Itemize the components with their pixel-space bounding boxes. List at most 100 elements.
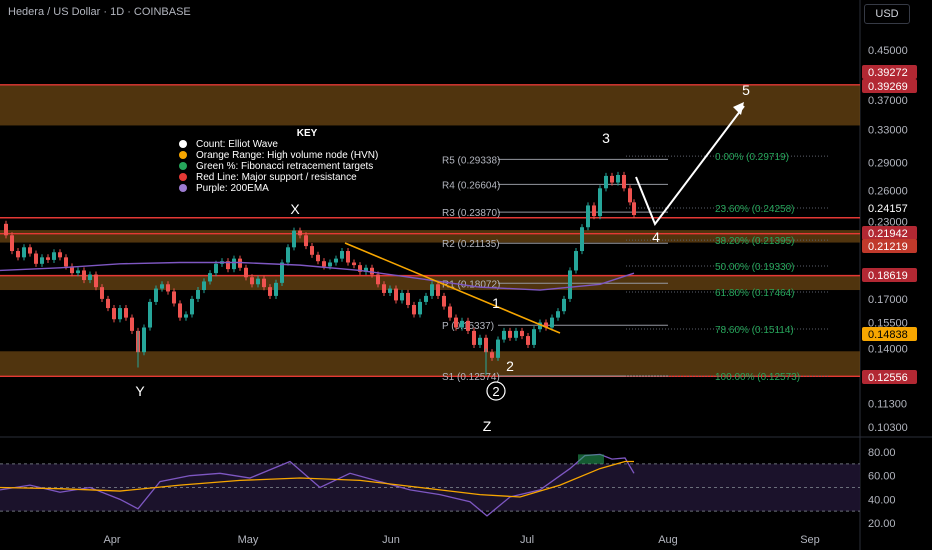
key-item: Purple: 200EMA — [196, 183, 269, 194]
candle-body — [406, 292, 410, 305]
key-marker — [179, 173, 187, 181]
candle-body — [574, 251, 578, 271]
pivot-label: R1 (0.18072) — [442, 279, 500, 290]
candle-body — [334, 258, 338, 263]
key-marker — [179, 151, 187, 159]
candle-body — [46, 257, 50, 260]
key-item: Red Line: Major support / resistance — [196, 172, 357, 183]
candle-body — [490, 352, 494, 358]
candle-body — [232, 258, 236, 270]
candle-body — [520, 330, 524, 337]
wave-label: 2 — [492, 384, 499, 399]
candle-body — [454, 317, 458, 328]
candle-body — [202, 281, 206, 291]
pivot-label: R5 (0.29338) — [442, 155, 500, 166]
key-marker — [179, 184, 187, 192]
candle-body — [100, 287, 104, 299]
month-label: May — [238, 534, 259, 546]
candle-body — [178, 303, 182, 318]
fib-label: 78.60% (0.15114) — [715, 325, 794, 336]
candle-body — [118, 308, 122, 320]
candle-body — [28, 247, 32, 254]
price-tick: 0.29000 — [868, 157, 908, 169]
chart-window: { "header": { "title": "Hedera / US Doll… — [0, 0, 932, 550]
candle-body — [154, 288, 158, 302]
fib-label: 100.00% (0.12573) — [715, 372, 800, 383]
candle-body — [280, 262, 284, 283]
candle-body — [268, 287, 272, 296]
key-item: Green %: Fibonacci retracement targets — [196, 161, 373, 172]
candle-body — [64, 257, 68, 267]
candle-body — [256, 278, 260, 285]
month-label: Apr — [103, 534, 120, 546]
candle-body — [112, 308, 116, 320]
candle-body — [208, 273, 212, 282]
candle-body — [352, 262, 356, 266]
candle-body — [10, 235, 14, 252]
candle-body — [592, 205, 596, 217]
candle-body — [166, 284, 170, 292]
month-label: Jun — [382, 534, 400, 546]
candle-body — [214, 263, 218, 274]
candle-body — [628, 188, 632, 203]
candle-body — [130, 317, 134, 331]
candle-body — [478, 337, 482, 345]
key-marker — [179, 140, 187, 148]
candle-body — [508, 330, 512, 338]
price-badge: 0.18619 — [868, 270, 908, 282]
candle-body — [526, 336, 530, 345]
candle-body — [616, 174, 620, 183]
candle-body — [34, 253, 38, 264]
price-badge: 0.39269 — [868, 81, 908, 93]
candle-body — [262, 278, 266, 288]
wave-label: Z — [483, 418, 492, 434]
hvn-zone — [0, 85, 860, 126]
candle-body — [622, 174, 626, 189]
price-badge: 0.21942 — [868, 228, 908, 240]
rsi-tick: 80.00 — [868, 447, 896, 459]
price-badge: 0.39272 — [868, 67, 908, 79]
rsi-tick: 60.00 — [868, 471, 896, 483]
month-label: Jul — [520, 534, 534, 546]
candle-body — [562, 298, 566, 312]
candle-body — [632, 202, 636, 216]
candle-body — [568, 270, 572, 299]
price-badge: 0.14838 — [868, 329, 908, 341]
price-chart[interactable]: R5 (0.29338) R4 (0.26604) R3 (0.23870) R2 (… — [0, 0, 932, 550]
candle-body — [88, 274, 92, 281]
candle-body — [424, 295, 428, 302]
candle-body — [184, 314, 188, 318]
candle-body — [466, 320, 470, 331]
price-badge: 0.24157 — [868, 203, 908, 215]
candle-body — [82, 270, 86, 281]
price-tick: 0.10300 — [868, 422, 908, 434]
candle-body — [328, 262, 332, 267]
candle-body — [310, 246, 314, 255]
fib-label: 23.60% (0.24258) — [715, 204, 795, 215]
candle-body — [292, 230, 296, 248]
price-tick: 0.37000 — [868, 95, 908, 107]
candle-body — [274, 282, 278, 296]
price-tick: 0.17000 — [868, 294, 908, 306]
candle-body — [340, 251, 344, 259]
candle-body — [496, 339, 500, 358]
candle-body — [298, 230, 302, 236]
candle-body — [94, 274, 98, 288]
wave-label: X — [290, 201, 300, 217]
wave-label: Y — [135, 383, 145, 399]
candle-body — [580, 227, 584, 252]
candle-body — [586, 205, 590, 228]
candle-body — [4, 223, 8, 236]
fib-label: 38.20% (0.21395) — [715, 236, 795, 247]
candle-body — [250, 277, 254, 285]
candle-body — [412, 304, 416, 315]
candle-body — [376, 274, 380, 285]
candle-body — [418, 301, 422, 315]
price-tick: 0.26000 — [868, 185, 908, 197]
candle-body — [190, 298, 194, 315]
candle-body — [322, 261, 326, 267]
candle-body — [382, 284, 386, 293]
candle-body — [160, 284, 164, 289]
candle-body — [388, 288, 392, 293]
price-tick: 0.45000 — [868, 45, 908, 57]
